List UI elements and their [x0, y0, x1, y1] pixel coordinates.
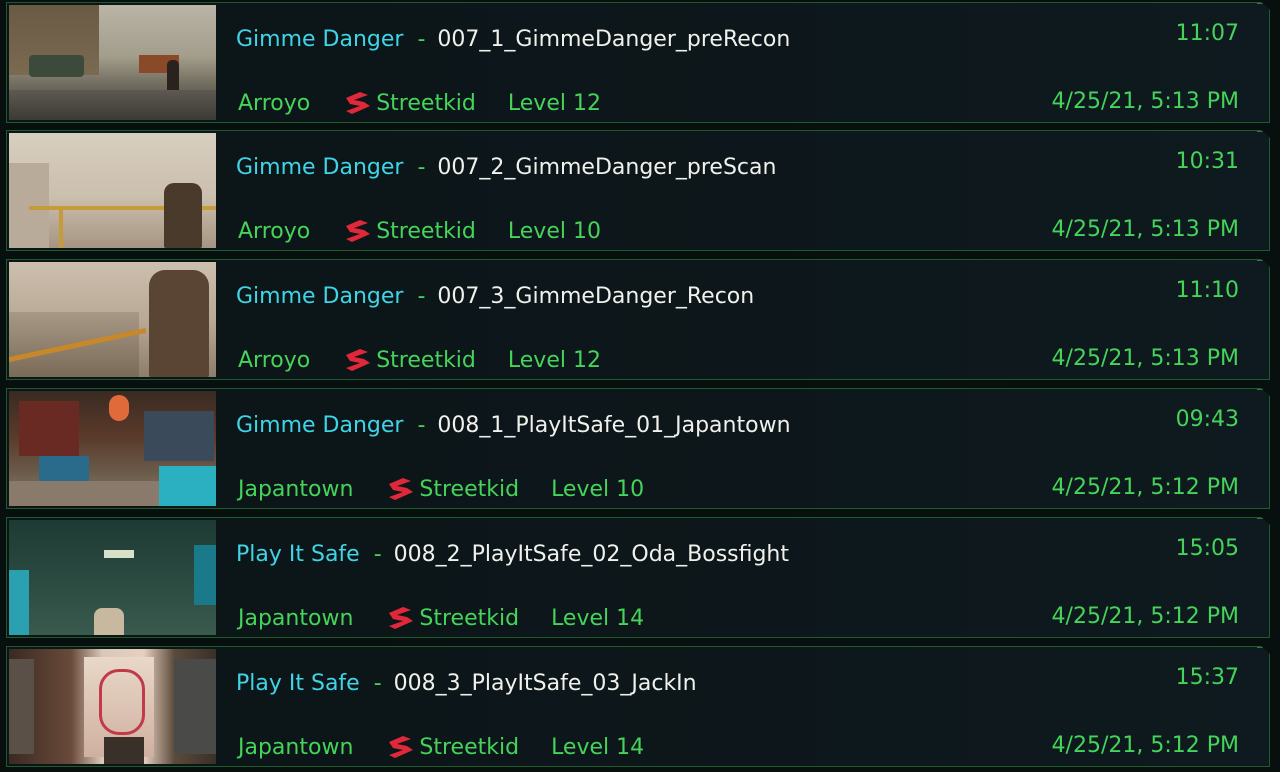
- playtime: 10:31: [1175, 149, 1239, 174]
- district: Japantown: [238, 476, 354, 502]
- save-title-line: Gimme Danger - 007_3_GimmeDanger_Recon: [236, 280, 754, 312]
- lifepath: Streetkid: [419, 734, 520, 760]
- streetkid-lifepath-icon: [346, 92, 371, 114]
- playtime: 09:43: [1175, 407, 1239, 432]
- playtime: 15:05: [1175, 536, 1239, 561]
- title-separator: -: [373, 541, 382, 567]
- playtime: 11:07: [1175, 21, 1239, 46]
- save-name: 008_3_PlayItSafe_03_JackIn: [393, 670, 697, 696]
- playtime: 15:37: [1175, 665, 1239, 690]
- quest-name: Play It Safe: [236, 541, 360, 567]
- save-date: 4/25/21, 5:12 PM: [1051, 733, 1239, 758]
- title-separator: -: [417, 283, 426, 309]
- save-info-line: Japantown Streetkid Level 10: [238, 473, 644, 505]
- save-slot[interactable]: Gimme Danger - 007_3_GimmeDanger_Recon 1…: [6, 259, 1270, 380]
- character-level: Level 14: [551, 734, 645, 760]
- character-level: Level 10: [507, 218, 601, 244]
- streetkid-lifepath-icon: [389, 736, 414, 758]
- district: Arroyo: [238, 347, 311, 373]
- save-thumbnail: [9, 262, 216, 377]
- save-title-line: Play It Safe - 008_2_PlayItSafe_02_Oda_B…: [236, 538, 789, 570]
- lifepath: Streetkid: [419, 605, 520, 631]
- save-name: 007_1_GimmeDanger_preRecon: [437, 26, 791, 52]
- character-level: Level 14: [551, 605, 645, 631]
- save-date: 4/25/21, 5:12 PM: [1051, 604, 1239, 629]
- playtime: 11:10: [1175, 278, 1239, 303]
- character-level: Level 10: [551, 476, 645, 502]
- lifepath: Streetkid: [376, 90, 476, 116]
- lifepath: Streetkid: [419, 476, 520, 502]
- save-title-line: Gimme Danger - 007_2_GimmeDanger_preScan: [236, 151, 776, 183]
- streetkid-lifepath-icon: [346, 220, 371, 242]
- save-slot[interactable]: Gimme Danger - 007_2_GimmeDanger_preScan…: [6, 130, 1270, 251]
- save-info-line: Arroyo Streetkid Level 10: [238, 215, 601, 247]
- character-level: Level 12: [507, 347, 601, 373]
- save-date: 4/25/21, 5:13 PM: [1051, 89, 1239, 114]
- save-slot[interactable]: Gimme Danger - 008_1_PlayItSafe_01_Japan…: [6, 388, 1270, 509]
- title-separator: -: [417, 154, 426, 180]
- save-info-line: Japantown Streetkid Level 14: [238, 731, 644, 763]
- lifepath: Streetkid: [376, 218, 476, 244]
- save-name: 008_2_PlayItSafe_02_Oda_Bossfight: [393, 541, 790, 567]
- district: Japantown: [238, 605, 354, 631]
- quest-name: Gimme Danger: [236, 26, 404, 52]
- character-level: Level 12: [507, 90, 601, 116]
- quest-name: Play It Safe: [236, 670, 360, 696]
- streetkid-lifepath-icon: [389, 607, 414, 629]
- title-separator: -: [417, 412, 426, 438]
- save-title-line: Play It Safe - 008_3_PlayItSafe_03_JackI…: [236, 667, 697, 699]
- district: Arroyo: [238, 90, 311, 116]
- save-name: 007_3_GimmeDanger_Recon: [437, 283, 755, 309]
- save-name: 007_2_GimmeDanger_preScan: [437, 154, 777, 180]
- save-slot[interactable]: Play It Safe - 008_3_PlayItSafe_03_JackI…: [6, 646, 1270, 767]
- save-info-line: Japantown Streetkid Level 14: [238, 602, 644, 634]
- save-slot[interactable]: Gimme Danger - 007_1_GimmeDanger_preReco…: [6, 2, 1270, 123]
- save-date: 4/25/21, 5:13 PM: [1051, 346, 1239, 371]
- quest-name: Gimme Danger: [236, 283, 404, 309]
- save-list: Gimme Danger - 007_1_GimmeDanger_preReco…: [0, 0, 1280, 772]
- streetkid-lifepath-icon: [346, 349, 371, 371]
- save-slot[interactable]: Play It Safe - 008_2_PlayItSafe_02_Oda_B…: [6, 517, 1270, 638]
- save-info-line: Arroyo Streetkid Level 12: [238, 87, 601, 119]
- streetkid-lifepath-icon: [389, 478, 414, 500]
- quest-name: Gimme Danger: [236, 412, 404, 438]
- quest-name: Gimme Danger: [236, 154, 404, 180]
- district: Japantown: [238, 734, 354, 760]
- save-date: 4/25/21, 5:13 PM: [1051, 217, 1239, 242]
- save-info-line: Arroyo Streetkid Level 12: [238, 344, 601, 376]
- save-thumbnail: [9, 520, 216, 635]
- save-thumbnail: [9, 391, 216, 506]
- save-title-line: Gimme Danger - 008_1_PlayItSafe_01_Japan…: [236, 409, 791, 441]
- save-date: 4/25/21, 5:12 PM: [1051, 475, 1239, 500]
- save-title-line: Gimme Danger - 007_1_GimmeDanger_preReco…: [236, 23, 790, 55]
- save-thumbnail: [9, 5, 216, 120]
- district: Arroyo: [238, 218, 311, 244]
- title-separator: -: [417, 26, 426, 52]
- save-thumbnail: [9, 133, 216, 248]
- lifepath: Streetkid: [376, 347, 476, 373]
- save-name: 008_1_PlayItSafe_01_Japantown: [437, 412, 791, 438]
- save-thumbnail: [9, 649, 216, 764]
- title-separator: -: [373, 670, 382, 696]
